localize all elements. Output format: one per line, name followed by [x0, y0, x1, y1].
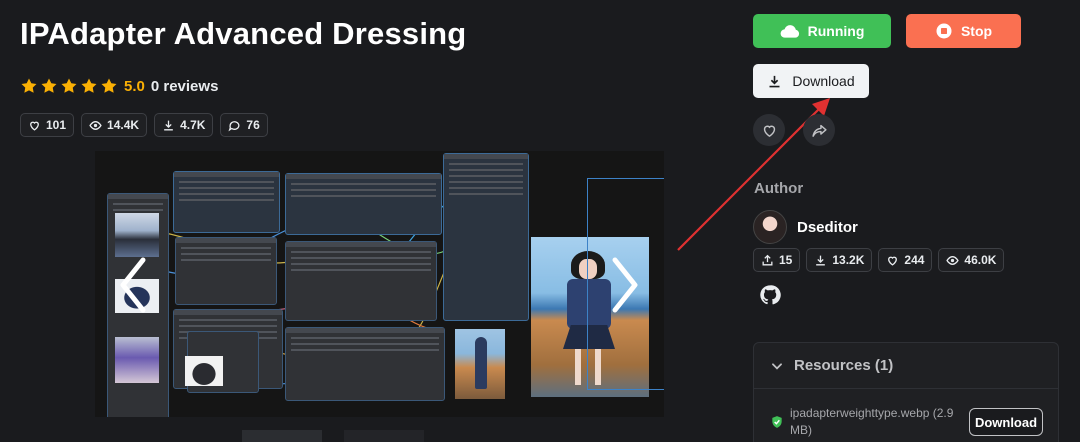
workflow-stats: 101 14.4K 4.7K 76: [20, 113, 268, 137]
download-icon: [769, 75, 780, 87]
uploads-count: 15: [779, 253, 793, 267]
heart-icon: [888, 256, 898, 266]
downloads-count: 4.7K: [180, 118, 206, 132]
resource-item: ipadapterweighttype.webp (2.9 MB): [770, 405, 970, 439]
download-icon: [164, 120, 173, 130]
resources-title: Resources (1): [794, 357, 894, 374]
workflow-node: [173, 171, 280, 233]
workflow-node: [285, 327, 445, 401]
comments-count: 76: [246, 118, 260, 132]
star-icon: [61, 78, 77, 93]
page-title: IPAdapter Advanced Dressing: [20, 16, 467, 51]
gallery-thumbnail[interactable]: [242, 430, 322, 442]
resource-download-button[interactable]: Download: [969, 408, 1043, 436]
gallery-thumbnail[interactable]: [344, 430, 424, 442]
uploads-badge: 15: [753, 248, 801, 272]
like-button[interactable]: [753, 114, 785, 146]
eye-icon: [946, 255, 960, 265]
workflow-node: [285, 241, 437, 321]
star-icon: [21, 78, 37, 93]
reviews-count[interactable]: 0 reviews: [151, 78, 219, 95]
comments-badge: 76: [220, 113, 268, 137]
star-icon: [81, 78, 97, 93]
cloud-icon: [780, 25, 799, 38]
github-icon[interactable]: [759, 284, 781, 306]
workflow-page: IPAdapter Advanced Dressing 5.0 0 review…: [0, 0, 1080, 442]
download-icon: [816, 255, 826, 265]
author-section-label: Author: [754, 180, 804, 197]
upload-icon: [762, 254, 773, 265]
download-label: Download: [792, 73, 855, 89]
share-icon: [811, 124, 827, 137]
chevron-down-icon: [772, 362, 782, 370]
input-image: [185, 356, 223, 386]
rating: 5.0 0 reviews: [20, 77, 218, 95]
stop-button[interactable]: Stop: [906, 14, 1021, 48]
likes-badge: 101: [20, 113, 75, 137]
share-button[interactable]: [803, 114, 835, 146]
views-count: 14.4K: [107, 118, 140, 132]
workflow-node: [175, 237, 277, 305]
preview-gallery[interactable]: [95, 151, 664, 417]
author-downloads-badge: 13.2K: [806, 248, 873, 272]
rating-value: 5.0: [124, 77, 145, 95]
stop-circle-icon: [936, 23, 952, 39]
heart-icon: [30, 121, 39, 131]
running-label: Running: [807, 23, 865, 39]
gallery-prev-button[interactable]: [112, 255, 152, 315]
input-image: [115, 213, 159, 257]
running-button[interactable]: Running: [753, 14, 891, 48]
output-image: [455, 329, 505, 399]
downloads-badge: 4.7K: [154, 113, 214, 137]
star-icon: [41, 78, 57, 93]
author-likes-count: 244: [904, 253, 925, 267]
heart-icon: [763, 125, 775, 137]
author-likes-badge: 244: [878, 248, 933, 272]
author-card[interactable]: Dseditor: [753, 210, 858, 244]
workflow-node: [285, 173, 442, 235]
stop-label: Stop: [960, 23, 993, 39]
comment-icon: [228, 120, 240, 131]
author-name[interactable]: Dseditor: [797, 219, 858, 236]
likes-count: 101: [46, 118, 67, 132]
gallery-next-button[interactable]: [606, 255, 646, 315]
chevron-right-icon: [612, 257, 638, 313]
eye-icon: [89, 120, 102, 130]
author-views-badge: 46.0K: [938, 248, 1005, 272]
resources-header[interactable]: Resources (1): [754, 343, 1058, 389]
resources-panel: Resources (1) ipadapterweighttype.webp (…: [753, 342, 1059, 442]
workflow-node: [443, 153, 529, 321]
check-shield-icon: [772, 416, 782, 428]
avatar[interactable]: [753, 210, 787, 244]
resource-filename: ipadapterweighttype.webp (2.9 MB): [790, 406, 954, 437]
author-stats: 15 13.2K 244 46.0K: [753, 248, 1005, 272]
input-image: [115, 337, 159, 383]
author-views-count: 46.0K: [964, 253, 997, 267]
chevron-left-icon: [120, 257, 146, 313]
star-icon: [101, 78, 117, 93]
author-downloads-count: 13.2K: [832, 253, 865, 267]
views-badge: 14.4K: [81, 113, 148, 137]
